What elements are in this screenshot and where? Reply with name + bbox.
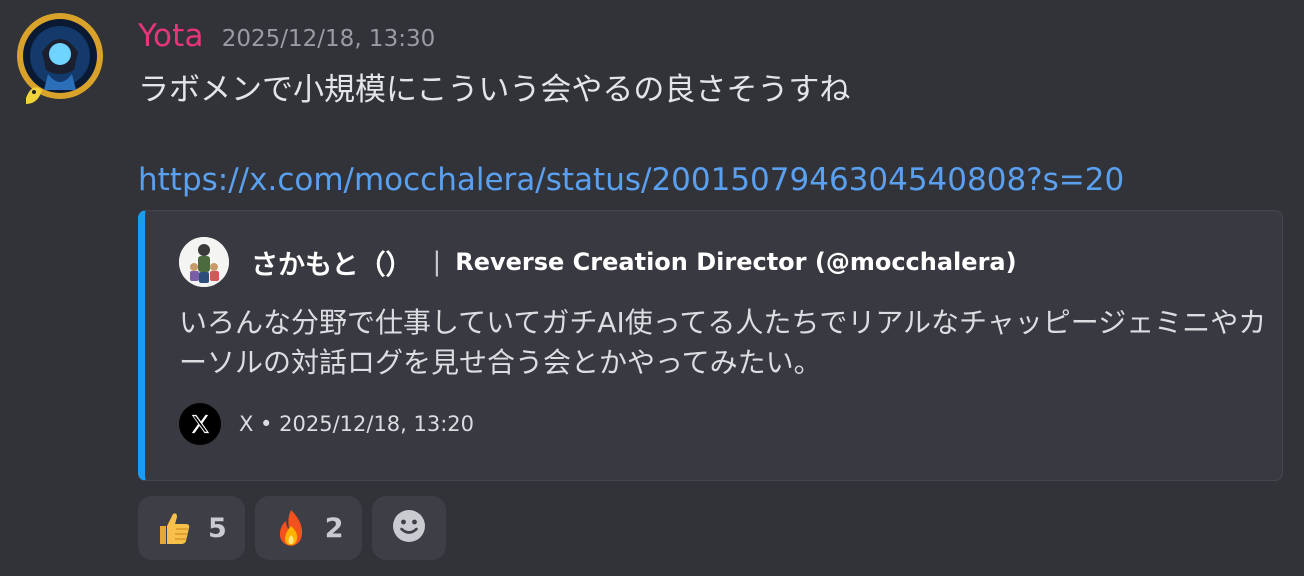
user-avatar[interactable] (12, 12, 108, 112)
embed-author-avatar[interactable] (179, 237, 229, 287)
embed-description: いろんな分野で仕事していてガチAI使ってる人たちでリアルなチャッピージェミニやカ… (179, 306, 1267, 379)
reaction-thumbs-up[interactable]: 5 (138, 496, 245, 560)
message-link[interactable]: https://x.com/mocchalera/status/20015079… (138, 162, 1124, 198)
reactions-bar: 5 2 (138, 496, 446, 560)
embed-footer-text: X • 2025/12/18, 13:20 (239, 412, 475, 436)
message-text: ラボメンで小規模にこういう会やるの良さそうすね (138, 72, 851, 108)
fire-icon (271, 508, 311, 548)
embed-author-name[interactable]: さかもと（） (251, 243, 412, 282)
link-embed: さかもと（） | Reverse Creation Director (@moc… (138, 210, 1283, 481)
embed-author-handle[interactable]: Reverse Creation Director (@mocchalera) (455, 248, 1016, 276)
embed-author: さかもと（） | Reverse Creation Director (@moc… (179, 237, 1017, 287)
reaction-count: 2 (324, 512, 344, 544)
username[interactable]: Yota (138, 18, 204, 54)
message-timestamp: 2025/12/18, 13:30 (221, 26, 436, 52)
add-reaction-smiley-icon (391, 508, 427, 548)
embed-author-separator: | (432, 247, 442, 277)
embed-footer: X • 2025/12/18, 13:20 (179, 403, 474, 445)
reaction-fire[interactable]: 2 (254, 496, 362, 560)
message-header: Yota 2025/12/18, 13:30 (138, 18, 435, 58)
x-logo-icon (179, 403, 221, 445)
add-reaction-button[interactable] (371, 496, 446, 560)
reaction-count: 5 (208, 512, 227, 544)
thumbs-up-icon (154, 508, 194, 548)
chat-message: Yota 2025/12/18, 13:30 ラボメンで小規模にこういう会やるの… (0, 0, 1304, 576)
